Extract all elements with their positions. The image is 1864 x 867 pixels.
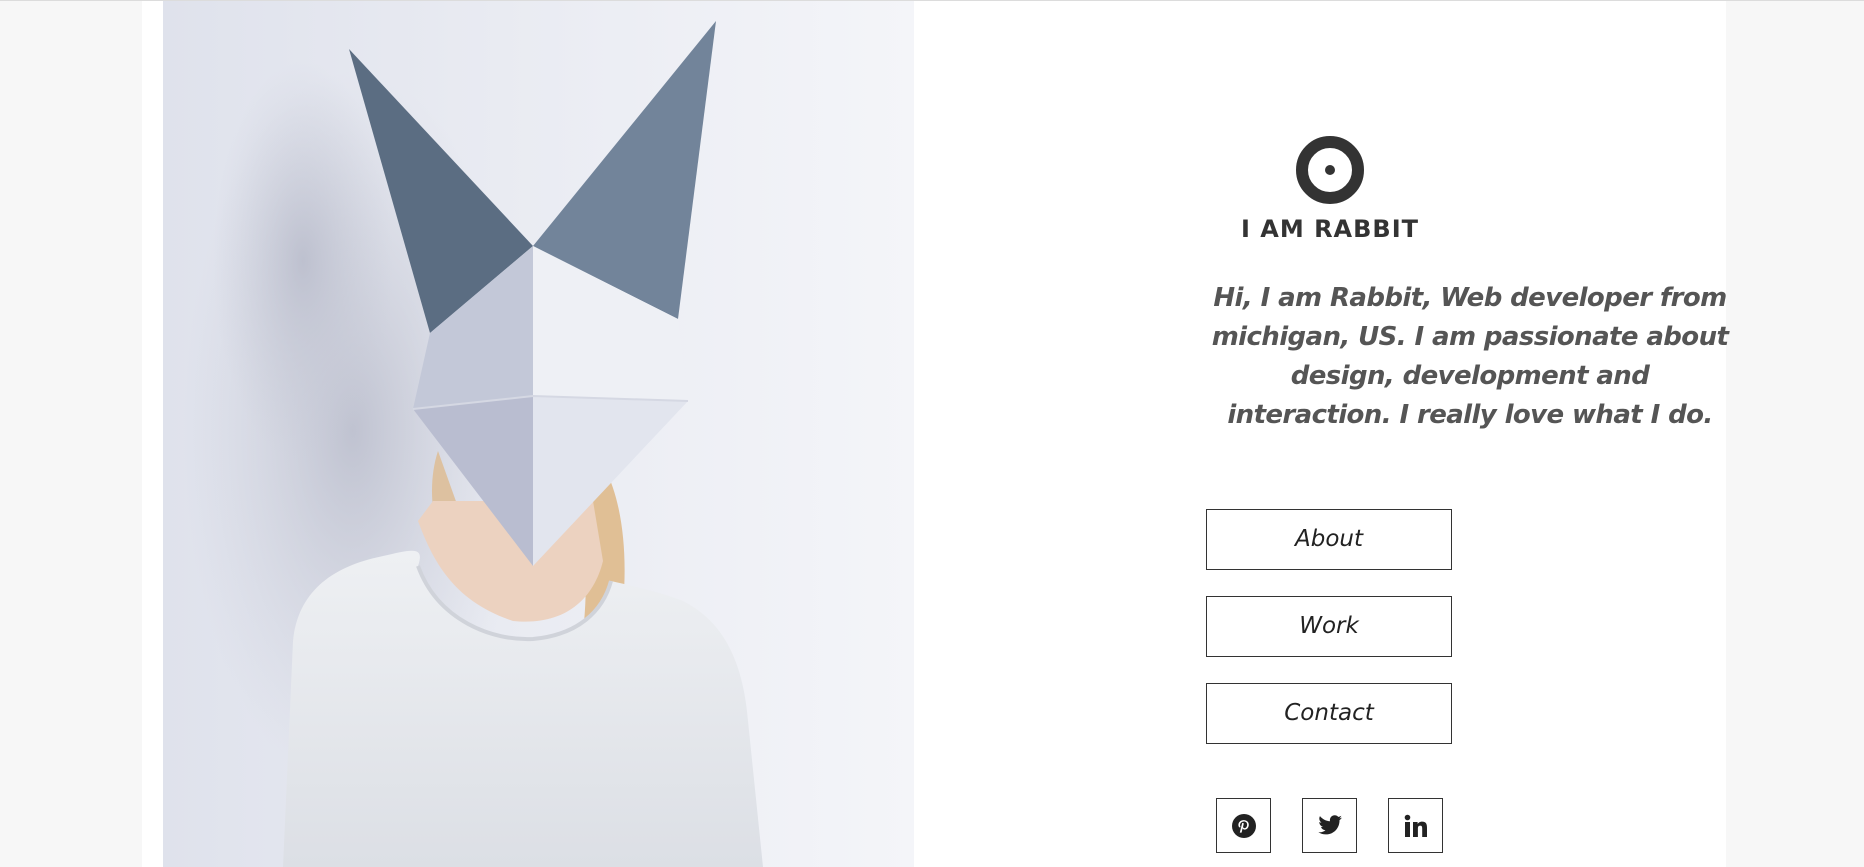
about-button[interactable]: About [1206, 509, 1452, 570]
page-container: I AM RABBIT Hi, I am Rabbit, Web develop… [142, 1, 1729, 867]
contact-button[interactable]: Contact [1206, 683, 1452, 744]
work-button[interactable]: Work [1206, 596, 1452, 657]
brand-name: I AM RABBIT [1240, 215, 1420, 243]
twitter-icon [1317, 814, 1343, 837]
pinterest-icon [1231, 813, 1257, 839]
main-nav: About Work Contact [1206, 509, 1452, 770]
hero-photo [163, 1, 914, 867]
linkedin-button[interactable] [1388, 798, 1443, 853]
intro-panel: I AM RABBIT Hi, I am Rabbit, Web develop… [914, 1, 1729, 867]
pinterest-button[interactable] [1216, 798, 1271, 853]
linkedin-icon [1404, 814, 1428, 838]
intro-text: Hi, I am Rabbit, Web developer from mich… [1211, 283, 1729, 430]
twitter-button[interactable] [1302, 798, 1357, 853]
social-links [1216, 798, 1452, 853]
circle-dot-icon [1295, 135, 1365, 205]
